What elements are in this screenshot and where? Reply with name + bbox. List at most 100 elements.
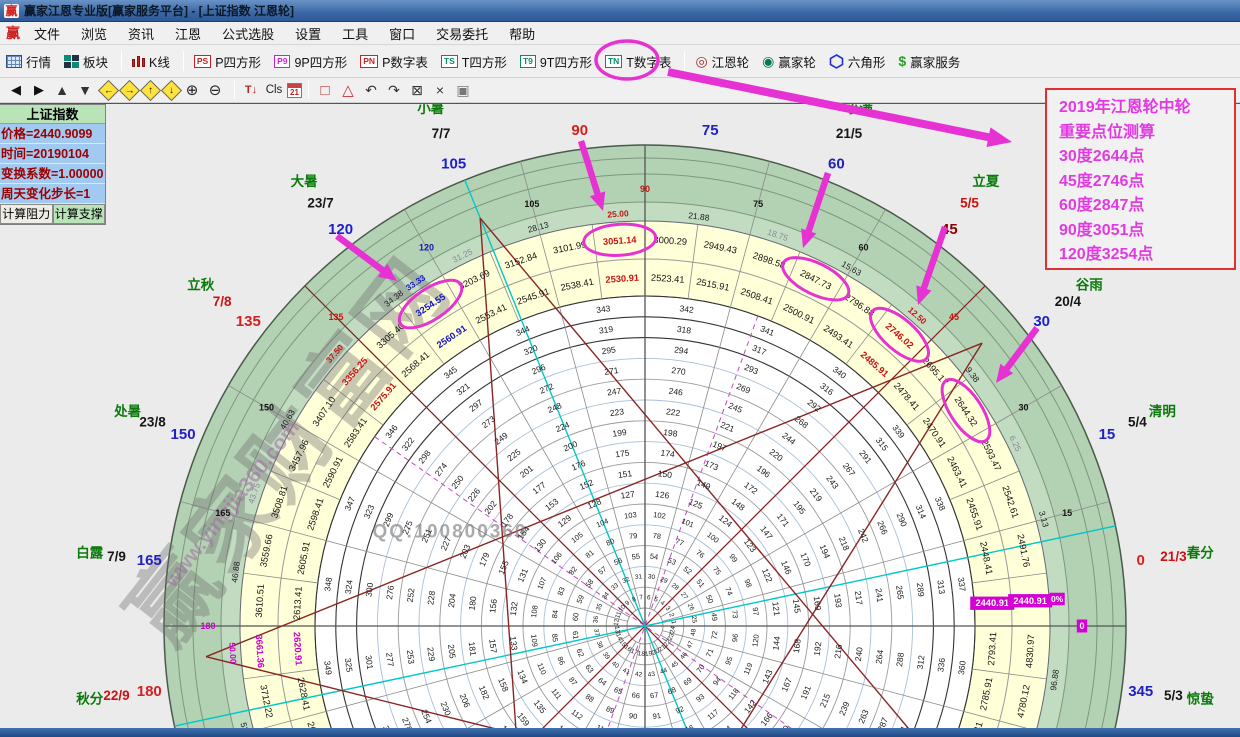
- menu-item-文件[interactable]: 文件: [34, 24, 60, 43]
- rect-tool-button[interactable]: □: [315, 80, 335, 100]
- svg-text:241: 241: [873, 587, 885, 603]
- zoom-out-button[interactable]: ⊖: [205, 80, 225, 100]
- menu-item-窗口[interactable]: 窗口: [389, 24, 415, 43]
- zoom-in-button[interactable]: ⊕: [182, 80, 202, 100]
- svg-text:217: 217: [853, 590, 865, 606]
- svg-text:198: 198: [663, 427, 679, 439]
- calc-resistance-button[interactable]: 计算阻力: [0, 204, 53, 224]
- svg-text:22/9: 22/9: [103, 688, 129, 703]
- p-square-button[interactable]: PSP四方形: [194, 52, 261, 71]
- shift-up-button[interactable]: ↑: [140, 79, 161, 100]
- svg-text:小暑: 小暑: [417, 104, 444, 116]
- panel-row-1: 时间=20190104: [0, 144, 105, 164]
- hexagon-button[interactable]: 六角形: [829, 52, 886, 71]
- delete-box-button[interactable]: ⊠: [407, 80, 427, 100]
- index-info-panel: 上证指数 价格=2440.9099时间=20190104变换系数=1.00000…: [0, 104, 106, 225]
- svg-text:324: 324: [343, 579, 355, 595]
- svg-text:313: 313: [935, 579, 947, 595]
- svg-text:180: 180: [200, 621, 215, 631]
- svg-text:白露: 白露: [76, 544, 103, 560]
- kline-button[interactable]: K线: [132, 52, 170, 71]
- app-logo-icon: 赢: [4, 4, 19, 18]
- svg-text:205: 205: [446, 644, 458, 660]
- svg-text:处暑: 处暑: [113, 403, 141, 419]
- menu-item-资讯[interactable]: 资讯: [128, 24, 154, 43]
- svg-text:85: 85: [550, 633, 560, 642]
- calc-support-button[interactable]: 计算支撑: [53, 204, 106, 224]
- cls-button[interactable]: Cls: [264, 80, 284, 100]
- calendar-button[interactable]: 21: [287, 83, 302, 98]
- menu-item-江恩[interactable]: 江恩: [175, 24, 201, 43]
- quotes-button[interactable]: 行情: [6, 52, 51, 71]
- rotate-left-button[interactable]: ▲: [52, 80, 72, 100]
- 9p-square-button[interactable]: P99P四方形: [274, 52, 347, 71]
- menu-item-公式选股[interactable]: 公式选股: [222, 24, 274, 43]
- svg-text:247: 247: [606, 386, 622, 398]
- svg-text:169: 169: [812, 596, 824, 612]
- winner-wheel-button-label: 赢家轮: [778, 52, 816, 71]
- next-button[interactable]: ▶: [29, 80, 49, 100]
- hexagon-icon: [829, 54, 844, 69]
- svg-text:7/7: 7/7: [432, 126, 451, 141]
- svg-text:126: 126: [655, 489, 671, 501]
- shift-left-button[interactable]: ←: [98, 79, 119, 100]
- svg-text:43: 43: [647, 671, 655, 679]
- svg-text:大暑: 大暑: [291, 173, 318, 189]
- svg-text:66: 66: [631, 690, 640, 700]
- toolbar-separator: [234, 81, 235, 99]
- svg-text:252: 252: [405, 587, 417, 603]
- t-square-button[interactable]: TST四方形: [441, 52, 507, 71]
- t-range-button[interactable]: T↓: [241, 80, 261, 100]
- triangle-tool-button[interactable]: △: [338, 80, 358, 100]
- svg-text:102: 102: [653, 510, 667, 521]
- svg-text:121: 121: [770, 601, 782, 617]
- svg-text:295: 295: [601, 344, 617, 356]
- svg-text:145: 145: [791, 598, 803, 614]
- svg-text:7/8: 7/8: [213, 294, 232, 309]
- winner-wheel-button[interactable]: ◉赢家轮: [762, 52, 816, 71]
- svg-text:300: 300: [363, 582, 375, 598]
- svg-text:73: 73: [730, 609, 740, 618]
- shift-right-button[interactable]: →: [119, 79, 140, 100]
- cross-button[interactable]: ×: [430, 80, 450, 100]
- svg-text:337: 337: [956, 577, 968, 593]
- annotation-box: 2019年江恩轮中轮重要点位测算30度2644点45度2746点60度2847点…: [1045, 88, 1236, 270]
- svg-text:立秋: 立秋: [187, 277, 214, 293]
- svg-text:165: 165: [215, 508, 230, 518]
- annotation-line-3: 45度2746点: [1059, 170, 1230, 195]
- annotation-line-2: 30度2644点: [1059, 145, 1230, 170]
- annotation-line-5: 90度3051点: [1059, 219, 1230, 244]
- svg-text:222: 222: [665, 406, 681, 418]
- svg-text:79: 79: [628, 531, 637, 541]
- svg-text:秋分: 秋分: [76, 691, 103, 707]
- sectors-button[interactable]: 板块: [64, 52, 108, 71]
- p-table-icon: PN: [360, 55, 378, 68]
- svg-text:135: 135: [328, 312, 343, 322]
- t-table-button[interactable]: TNT数字表: [605, 52, 671, 71]
- 9t-square-button[interactable]: T99T四方形: [520, 52, 592, 71]
- title-bar: 赢 赢家江恩专业版[赢家服务平台] - [上证指数 江恩轮]: [0, 0, 1240, 22]
- winner-service-button[interactable]: $赢家服务: [898, 52, 960, 71]
- quotes-icon: [6, 55, 22, 68]
- gann-wheel-button[interactable]: ◎江恩轮: [695, 52, 749, 71]
- prev-button[interactable]: ◀: [6, 80, 26, 100]
- svg-text:301: 301: [363, 655, 375, 671]
- menu-item-交易委托[interactable]: 交易委托: [436, 24, 488, 43]
- status-bar: [0, 728, 1240, 737]
- rotate-right-button[interactable]: ▼: [75, 80, 95, 100]
- screen-button[interactable]: ▣: [453, 80, 473, 100]
- svg-text:193: 193: [832, 593, 844, 609]
- redo-button[interactable]: ↷: [384, 80, 404, 100]
- undo-button[interactable]: ↶: [361, 80, 381, 100]
- menu-item-设置[interactable]: 设置: [295, 24, 321, 43]
- svg-text:50.00: 50.00: [227, 642, 238, 664]
- svg-text:109: 109: [529, 634, 540, 648]
- shift-down-button[interactable]: ↓: [161, 79, 182, 100]
- svg-text:168: 168: [791, 638, 803, 654]
- svg-text:5/3: 5/3: [1164, 688, 1183, 703]
- menu-item-工具[interactable]: 工具: [342, 24, 368, 43]
- menu-item-浏览[interactable]: 浏览: [81, 24, 107, 43]
- p-table-button[interactable]: PNP数字表: [360, 52, 428, 71]
- p-square-button-label: P四方形: [215, 52, 261, 71]
- menu-item-帮助[interactable]: 帮助: [509, 24, 535, 43]
